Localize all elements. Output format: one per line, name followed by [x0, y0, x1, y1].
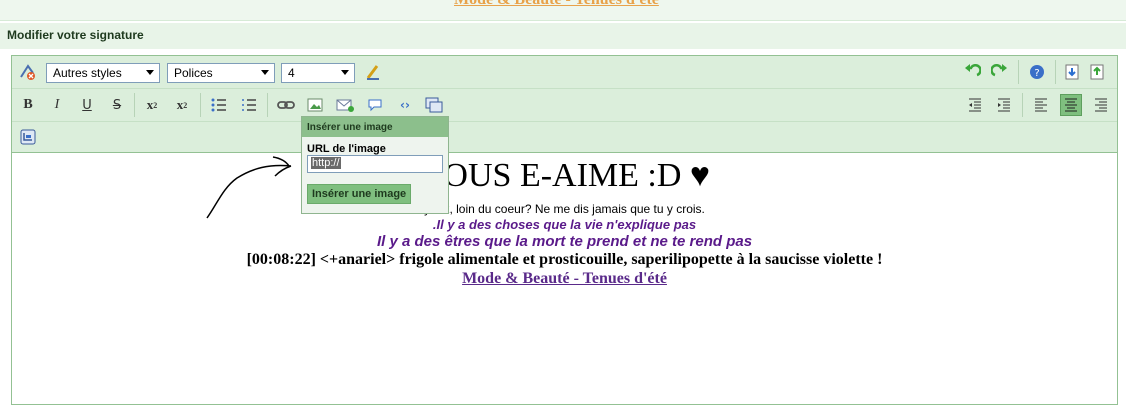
subscript-icon[interactable]: x2	[141, 94, 163, 116]
font-color-icon[interactable]	[362, 61, 384, 83]
download-icon[interactable]	[1061, 61, 1083, 83]
separator	[200, 93, 201, 117]
styles-select-value: Autres styles	[53, 66, 122, 80]
section-header: Modifier votre signature	[0, 22, 1126, 49]
popup-title: Insérer une image	[302, 117, 448, 137]
italic-button[interactable]: I	[46, 94, 68, 116]
section-title: Modifier votre signature	[7, 28, 144, 42]
content-link[interactable]: Mode & Beauté - Tenues d'été	[12, 270, 1117, 288]
toolbar-row-1: Autres styles Polices 4 ?	[12, 56, 1117, 89]
content-line: .Il y a des choses que la vie n'explique…	[432, 217, 697, 232]
top-strip: Mode & Beauté - Tenues d'été	[0, 0, 1126, 21]
spoiler-icon[interactable]	[423, 94, 445, 116]
align-center-icon[interactable]	[1060, 94, 1082, 116]
content-line: Il y a des êtres que la mort te prend et…	[376, 233, 753, 250]
underline-button[interactable]: U	[76, 94, 98, 116]
content-line: [00:08:22] <+anariel> frigole alimentale…	[246, 251, 883, 268]
email-icon[interactable]	[334, 94, 356, 116]
signature-editor: Autres styles Polices 4 ? B I U S x 2 x …	[11, 55, 1118, 405]
arrow-scribble	[206, 156, 292, 219]
superscript-icon[interactable]: x2	[171, 94, 193, 116]
separator	[1022, 93, 1023, 117]
chevron-down-icon	[261, 70, 269, 75]
image-icon[interactable]	[304, 94, 326, 116]
svg-text:?: ?	[1034, 68, 1039, 79]
redo-icon[interactable]	[989, 61, 1011, 83]
indent-increase-icon[interactable]	[993, 94, 1015, 116]
link-icon[interactable]	[275, 94, 297, 116]
chevron-down-icon	[146, 70, 154, 75]
image-url-input[interactable]: http://	[307, 155, 443, 173]
bold-button[interactable]: B	[17, 94, 39, 116]
bullet-list-icon[interactable]	[208, 94, 230, 116]
image-url-value: http://	[311, 157, 341, 169]
content-title: VOUS E-AIME :D ♥	[418, 157, 711, 194]
undo-icon[interactable]	[961, 61, 983, 83]
editor-content[interactable]: VOUS E-AIME :D ♥ yeux, loin du coeur? Ne…	[12, 153, 1117, 404]
code-icon[interactable]: ‹›	[394, 94, 416, 116]
indent-decrease-icon[interactable]	[964, 94, 986, 116]
toolbar-row-2: B I U S x2 x2 ‹›	[12, 89, 1117, 122]
separator	[267, 93, 268, 117]
chevron-down-icon	[341, 70, 349, 75]
align-right-icon[interactable]	[1090, 94, 1112, 116]
toolbar-row-3	[12, 122, 1117, 153]
fonts-select[interactable]: Polices	[167, 63, 275, 83]
separator	[1018, 60, 1019, 84]
top-link[interactable]: Mode & Beauté - Tenues d'été	[454, 0, 659, 9]
fonts-select-value: Polices	[174, 66, 213, 80]
styles-select[interactable]: Autres styles	[46, 63, 160, 83]
size-select[interactable]: 4	[281, 63, 355, 83]
numbered-list-icon[interactable]	[238, 94, 260, 116]
align-left-icon[interactable]	[1030, 94, 1052, 116]
remove-format-icon[interactable]	[17, 61, 39, 83]
help-icon[interactable]: ?	[1026, 61, 1048, 83]
size-select-value: 4	[288, 66, 295, 80]
insert-image-button[interactable]: Insérer une image	[307, 184, 412, 204]
separator	[1055, 60, 1056, 84]
quote-icon[interactable]	[364, 94, 386, 116]
strikethrough-button[interactable]: S	[106, 94, 128, 116]
separator	[134, 93, 135, 117]
image-url-label: URL de l'image	[307, 143, 386, 155]
content-line: yeux, loin du coeur? Ne me dis jamais qu…	[424, 202, 705, 216]
insert-image-popup: Insérer une image URL de l'image http://…	[301, 116, 449, 214]
source-view-icon[interactable]	[17, 126, 39, 148]
upload-icon[interactable]	[1086, 61, 1108, 83]
